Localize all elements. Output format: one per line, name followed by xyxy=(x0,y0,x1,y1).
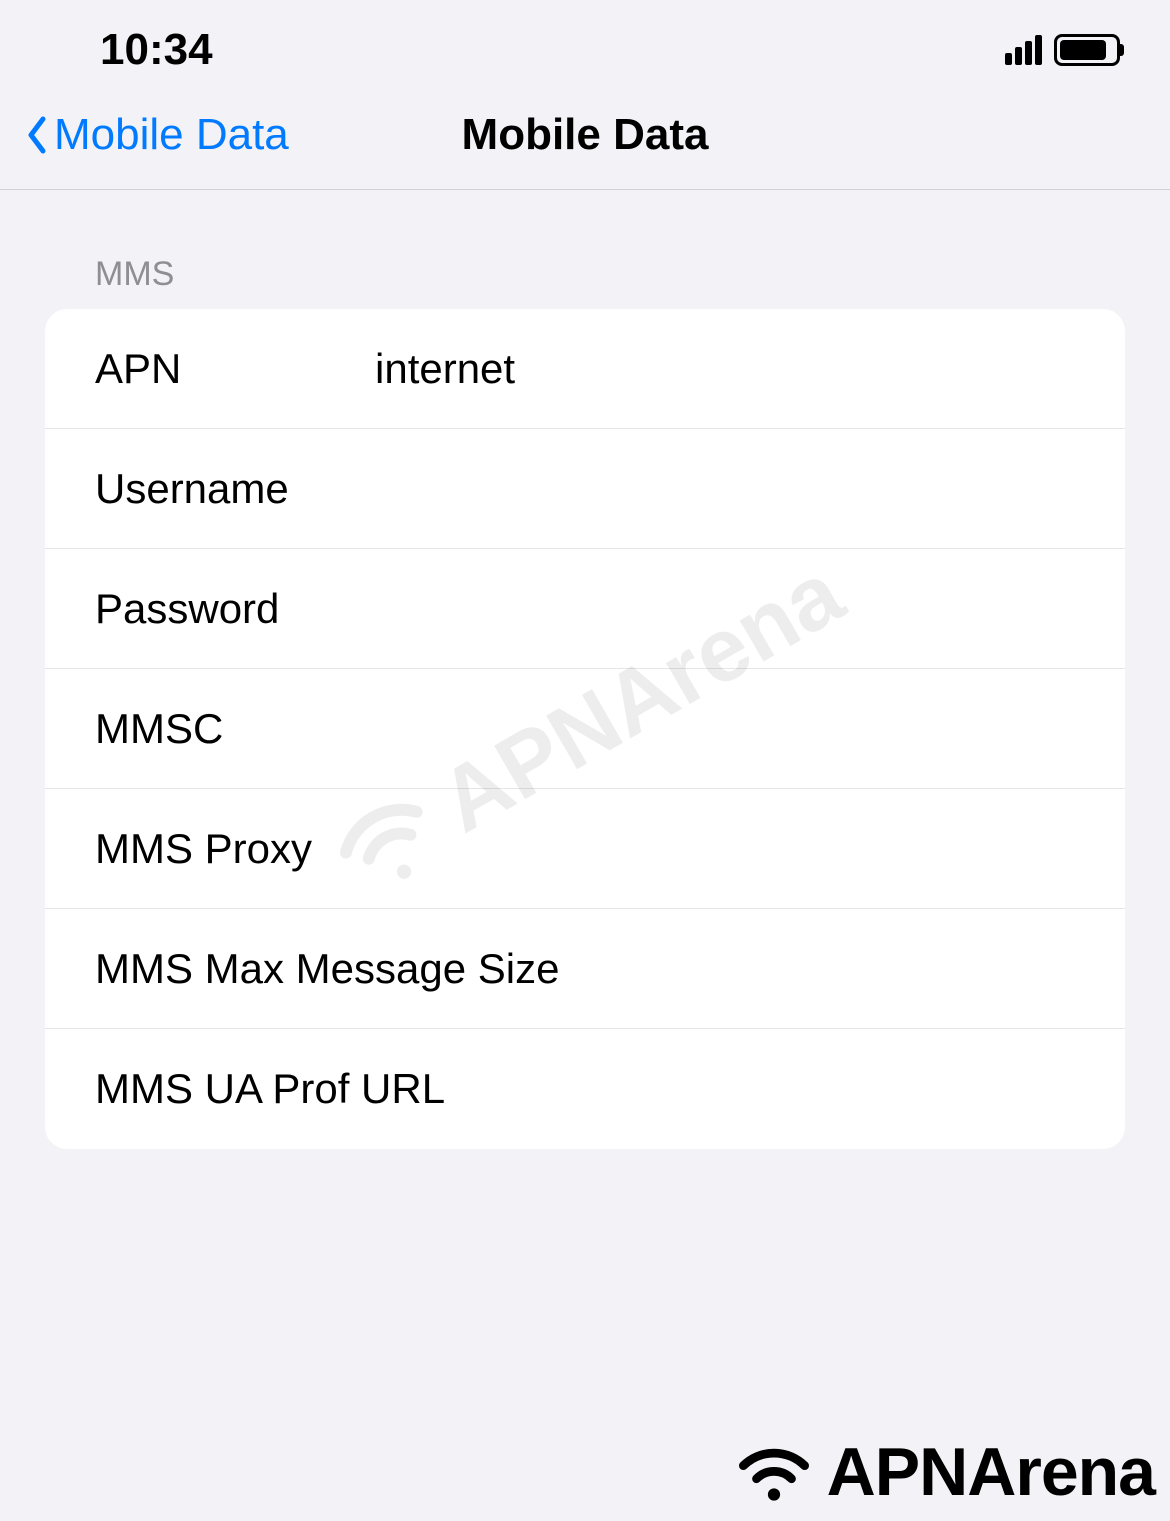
status-time: 10:34 xyxy=(100,25,213,75)
battery-icon xyxy=(1054,34,1120,66)
row-mms-proxy[interactable]: MMS Proxy xyxy=(45,789,1125,909)
input-mmsc[interactable] xyxy=(375,705,1125,753)
status-bar: 10:34 xyxy=(0,0,1170,90)
label-apn: APN xyxy=(95,345,375,393)
input-password[interactable] xyxy=(375,585,1125,633)
status-indicators xyxy=(1005,34,1120,66)
section-header-mms: MMS xyxy=(45,255,1125,309)
input-mms-ua-prof-url[interactable] xyxy=(445,1065,1125,1113)
label-mms-max-message-size: MMS Max Message Size xyxy=(95,945,559,993)
label-username: Username xyxy=(95,465,375,513)
content-area: MMS APN Username Password MMSC MMS Proxy… xyxy=(0,190,1170,1149)
row-apn[interactable]: APN xyxy=(45,309,1125,429)
row-mmsc[interactable]: MMSC xyxy=(45,669,1125,789)
nav-bar: Mobile Data Mobile Data xyxy=(0,90,1170,190)
footer-brand: APNArena xyxy=(729,1433,1155,1511)
label-mmsc: MMSC xyxy=(95,705,375,753)
label-mms-proxy: MMS Proxy xyxy=(95,825,375,873)
label-password: Password xyxy=(95,585,375,633)
input-mms-max-message-size[interactable] xyxy=(559,945,1125,993)
label-mms-ua-prof-url: MMS UA Prof URL xyxy=(95,1065,445,1113)
wifi-icon xyxy=(729,1435,819,1510)
input-apn[interactable] xyxy=(375,345,1125,393)
back-label: Mobile Data xyxy=(54,110,289,160)
row-username[interactable]: Username xyxy=(45,429,1125,549)
input-mms-proxy[interactable] xyxy=(375,825,1125,873)
back-button[interactable]: Mobile Data xyxy=(25,110,289,160)
footer-brand-text: APNArena xyxy=(827,1433,1155,1511)
row-mms-max-message-size[interactable]: MMS Max Message Size xyxy=(45,909,1125,1029)
settings-group-mms: APN Username Password MMSC MMS Proxy MMS… xyxy=(45,309,1125,1149)
page-title: Mobile Data xyxy=(462,110,709,160)
row-mms-ua-prof-url[interactable]: MMS UA Prof URL xyxy=(45,1029,1125,1149)
chevron-left-icon xyxy=(25,115,49,155)
cellular-signal-icon xyxy=(1005,35,1042,65)
input-username[interactable] xyxy=(375,465,1125,513)
row-password[interactable]: Password xyxy=(45,549,1125,669)
